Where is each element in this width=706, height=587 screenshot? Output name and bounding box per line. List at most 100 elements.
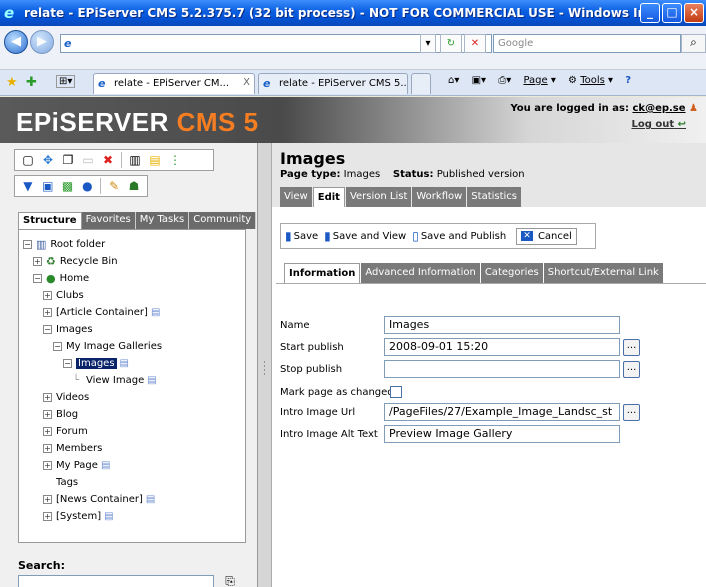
- logout-link[interactable]: Log out ↩: [631, 119, 686, 130]
- browser-tab-2[interactable]: e relate - EPiServer CMS 5...: [258, 73, 408, 94]
- feeds-icon[interactable]: ▣▾: [472, 75, 486, 86]
- page-menu[interactable]: Page ▾: [523, 75, 555, 86]
- tab-version-list[interactable]: Version List: [345, 187, 412, 207]
- print-icon[interactable]: ⎙▾: [498, 75, 511, 86]
- start-publish-field[interactable]: 2008-09-01 15:20: [384, 338, 620, 356]
- intro-image-alt-field[interactable]: Preview Image Gallery: [384, 425, 620, 443]
- sort-icon[interactable]: ▥: [127, 152, 143, 168]
- collapse-icon[interactable]: −: [43, 325, 52, 334]
- tools-menu[interactable]: ⚙ Tools ▾: [568, 75, 613, 86]
- collapse-icon[interactable]: −: [23, 240, 32, 249]
- expand-icon[interactable]: +: [43, 308, 52, 317]
- stop-publish-picker-button[interactable]: ...: [623, 360, 640, 378]
- tree-search-input[interactable]: [18, 575, 214, 587]
- users-icon[interactable]: ☗: [126, 178, 142, 194]
- save-and-view-button[interactable]: ▮ Save and View: [324, 229, 406, 243]
- intro-image-url-browse-button[interactable]: ...: [623, 403, 640, 421]
- expand-icon[interactable]: +: [43, 410, 52, 419]
- help-circle-icon[interactable]: ●: [79, 178, 95, 194]
- name-field[interactable]: Images: [384, 316, 620, 334]
- expand-icon[interactable]: +: [43, 427, 52, 436]
- tree-node[interactable]: + Blog: [19, 406, 245, 423]
- quick-tabs-icon[interactable]: ⊞▾: [56, 75, 76, 88]
- paste-icon[interactable]: ▭: [80, 152, 96, 168]
- tree-node[interactable]: − ● Home: [19, 270, 245, 287]
- tab-edit[interactable]: Edit: [312, 187, 345, 207]
- expand-icon[interactable]: +: [43, 495, 52, 504]
- tab-structure[interactable]: Structure: [18, 212, 82, 229]
- file-manager-icon[interactable]: ⋮: [167, 152, 183, 168]
- delete-icon[interactable]: ✖: [100, 152, 116, 168]
- panel-splitter[interactable]: · · · ·: [258, 143, 272, 587]
- search-icon[interactable]: ⌕: [681, 34, 706, 53]
- forward-button[interactable]: ▶: [30, 30, 54, 54]
- tree-node[interactable]: Tags: [19, 474, 245, 491]
- tree-node[interactable]: − Images: [19, 321, 245, 338]
- save-and-publish-button[interactable]: ▯ Save and Publish: [412, 229, 506, 243]
- tree-node[interactable]: + [News Container] ▤: [19, 491, 245, 508]
- expand-icon[interactable]: +: [43, 291, 52, 300]
- tab-information[interactable]: Information: [284, 263, 361, 283]
- expand-icon[interactable]: +: [43, 461, 52, 470]
- tree-node[interactable]: + My Page ▤: [19, 457, 245, 474]
- expand-icon[interactable]: +: [43, 444, 52, 453]
- mark-changed-checkbox[interactable]: [390, 386, 402, 398]
- expand-icon[interactable]: +: [43, 512, 52, 521]
- expand-icon[interactable]: +: [33, 257, 42, 266]
- close-tab-icon[interactable]: X: [243, 77, 250, 88]
- back-button[interactable]: ◀: [4, 30, 28, 54]
- maximize-button[interactable]: □: [662, 3, 682, 23]
- save-button[interactable]: ▮ Save: [285, 229, 318, 243]
- intro-image-url-field[interactable]: /PageFiles/27/Example_Image_Landsc_st: [384, 403, 620, 421]
- tab-statistics[interactable]: Statistics: [467, 187, 522, 207]
- close-window-button[interactable]: ×: [684, 3, 704, 23]
- search-input[interactable]: Google: [493, 34, 681, 53]
- move-icon[interactable]: ✥: [40, 152, 56, 168]
- expand-icon[interactable]: +: [43, 393, 52, 402]
- stop-button[interactable]: ✕: [464, 34, 486, 53]
- user-link[interactable]: ck@ep.se: [632, 103, 685, 114]
- tree-node[interactable]: + [Article Container] ▤: [19, 304, 245, 321]
- view-icon[interactable]: ▣: [40, 178, 56, 194]
- tab-community[interactable]: Community: [189, 212, 257, 229]
- url-dropdown-button[interactable]: ▾: [420, 34, 436, 53]
- refresh-button[interactable]: ↻: [440, 34, 462, 53]
- minimize-button[interactable]: _: [640, 3, 660, 23]
- tree-node[interactable]: └ View Image ▤: [19, 372, 245, 389]
- tree-node[interactable]: − Images ▤: [19, 355, 245, 372]
- preview-icon[interactable]: ▼: [20, 178, 36, 194]
- tools-icon[interactable]: ✎: [106, 178, 122, 194]
- copy-icon[interactable]: ❐: [60, 152, 76, 168]
- tab-workflow[interactable]: Workflow: [412, 187, 467, 207]
- tab-categories[interactable]: Categories: [480, 263, 543, 283]
- collapse-icon[interactable]: −: [33, 274, 42, 283]
- tree-node[interactable]: + ♻ Recycle Bin: [19, 253, 245, 270]
- new-tab-button[interactable]: [411, 73, 431, 94]
- tree-node[interactable]: + Forum: [19, 423, 245, 440]
- image-icon[interactable]: ▩: [60, 178, 76, 194]
- tab-advanced-information[interactable]: Advanced Information: [361, 263, 480, 283]
- tree-node[interactable]: + Members: [19, 440, 245, 457]
- language-icon[interactable]: ▤: [147, 152, 163, 168]
- tree-node[interactable]: + Videos: [19, 389, 245, 406]
- tab-my-tasks[interactable]: My Tasks: [135, 212, 190, 229]
- help-icon[interactable]: ?: [625, 75, 631, 86]
- browser-tab-1[interactable]: e relate - EPiServer CM... X: [93, 73, 255, 94]
- favorites-star-icon[interactable]: ★: [6, 75, 18, 90]
- new-page-icon[interactable]: ▢: [20, 152, 36, 168]
- tab-view[interactable]: View: [280, 187, 312, 207]
- start-publish-picker-button[interactable]: ...: [623, 338, 640, 356]
- home-icon[interactable]: ⌂▾: [448, 75, 459, 86]
- tab-favorites[interactable]: Favorites: [81, 212, 136, 229]
- cancel-button[interactable]: ✕ Cancel: [516, 227, 577, 245]
- collapse-icon[interactable]: −: [63, 359, 72, 368]
- search-go-icon[interactable]: ⎘: [218, 574, 242, 587]
- tree-node[interactable]: − My Image Galleries: [19, 338, 245, 355]
- stop-publish-field[interactable]: [384, 360, 620, 378]
- add-favorite-icon[interactable]: ✚: [26, 75, 37, 90]
- collapse-icon[interactable]: −: [53, 342, 62, 351]
- tab-shortcut-external-link[interactable]: Shortcut/External Link: [543, 263, 663, 283]
- tree-node[interactable]: − ▥ Root folder: [19, 236, 245, 253]
- tree-node[interactable]: + Clubs: [19, 287, 245, 304]
- tree-node[interactable]: + [System] ▤: [19, 508, 245, 525]
